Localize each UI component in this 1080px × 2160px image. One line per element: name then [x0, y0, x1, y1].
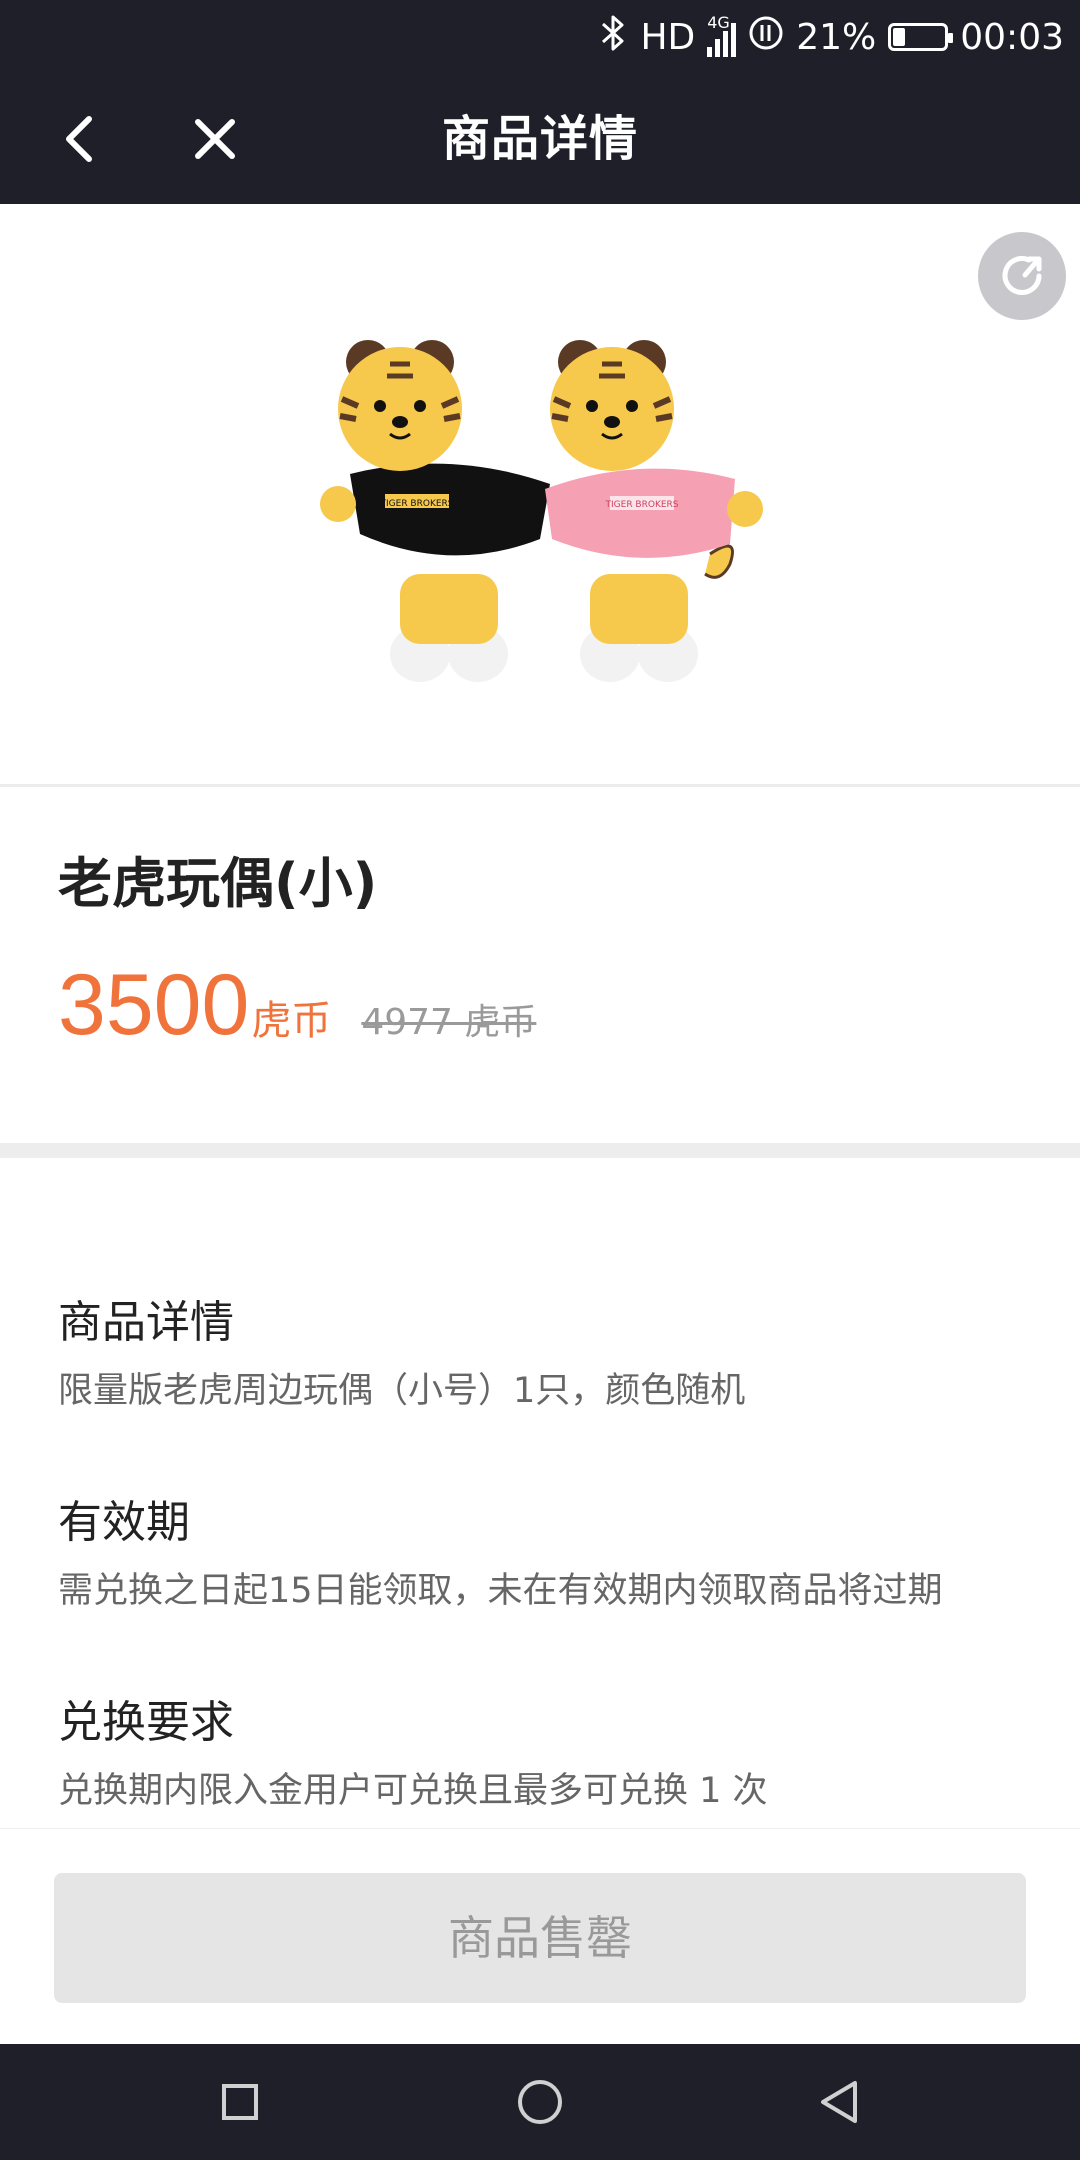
tiger-plush-image: TIGER BROKERS TIGER BROKERS — [320, 340, 763, 682]
product-info: 老虎玩偶(小) 3500 虎币 4977 虎币 — [0, 787, 1080, 1143]
chevron-left-icon — [66, 116, 92, 162]
battery-percent: 21% — [796, 16, 877, 58]
square-icon — [222, 2084, 258, 2120]
triangle-left-icon — [821, 2081, 857, 2123]
price-unit: 虎币 — [251, 998, 332, 1044]
shirt-logo-right: TIGER BROKERS — [605, 500, 679, 510]
price-row: 3500 虎币 4977 虎币 — [58, 962, 536, 1048]
product-name: 老虎玩偶(小) — [58, 852, 378, 915]
current-price: 3500 — [58, 957, 250, 1053]
back-button[interactable] — [40, 100, 118, 178]
share-button[interactable] — [978, 232, 1066, 320]
section-divider — [0, 1143, 1080, 1158]
status-bar: HD 4G 21% 00:03 — [0, 0, 1080, 74]
signal-icon: 4G — [707, 13, 737, 57]
circle-icon — [518, 2080, 562, 2124]
battery-icon — [888, 23, 954, 51]
close-button[interactable] — [176, 100, 254, 178]
product-details: 商品详情 限量版老虎周边玩偶（小号）1只，颜色随机 有效期 需兑换之日起15日能… — [0, 1158, 1080, 1828]
shirt-logo-left: TIGER BROKERS — [380, 499, 454, 509]
product-image-area: TIGER BROKERS TIGER BROKERS — [0, 204, 1080, 787]
share-icon — [1002, 256, 1042, 295]
close-icon — [195, 119, 235, 159]
detail-title: 商品详情 — [58, 1297, 234, 1348]
battery-level — [893, 28, 905, 46]
detail-item-validity: 有效期 需兑换之日起15日能领取，未在有效期内领取商品将过期 — [58, 1486, 1040, 1613]
status-icons: HD 4G 21% 00:03 — [598, 0, 1064, 74]
home-button[interactable] — [506, 2068, 574, 2136]
network-label: HD — [640, 16, 696, 58]
signal-label: 4G — [707, 13, 730, 32]
sold-out-button[interactable]: 商品售罄 — [54, 1873, 1026, 2003]
data-saver-icon — [748, 15, 784, 60]
system-nav-bar — [0, 2044, 1080, 2160]
detail-item-requirement: 兑换要求 兑换期内限入金用户可兑换且最多可兑换 1 次 — [58, 1686, 1040, 1813]
detail-item-description: 商品详情 限量版老虎周边玩偶（小号）1只，颜色随机 — [58, 1286, 1040, 1413]
recent-apps-button[interactable] — [206, 2068, 274, 2136]
detail-title: 有效期 — [58, 1497, 190, 1548]
original-price: 4977 虎币 — [361, 1002, 537, 1043]
detail-text: 限量版老虎周边玩偶（小号）1只，颜色随机 — [58, 1371, 746, 1411]
detail-text: 兑换期内限入金用户可兑换且最多可兑换 1 次 — [58, 1771, 768, 1811]
action-area: 商品售罄 — [0, 1828, 1080, 2045]
clock: 00:03 — [960, 16, 1064, 58]
back-nav-button[interactable] — [806, 2068, 874, 2136]
page-title: 商品详情 — [441, 111, 638, 167]
detail-title: 兑换要求 — [58, 1697, 234, 1748]
bluetooth-icon — [598, 13, 628, 62]
app-header: 商品详情 — [0, 74, 1080, 204]
detail-text: 需兑换之日起15日能领取，未在有效期内领取商品将过期 — [58, 1571, 943, 1611]
